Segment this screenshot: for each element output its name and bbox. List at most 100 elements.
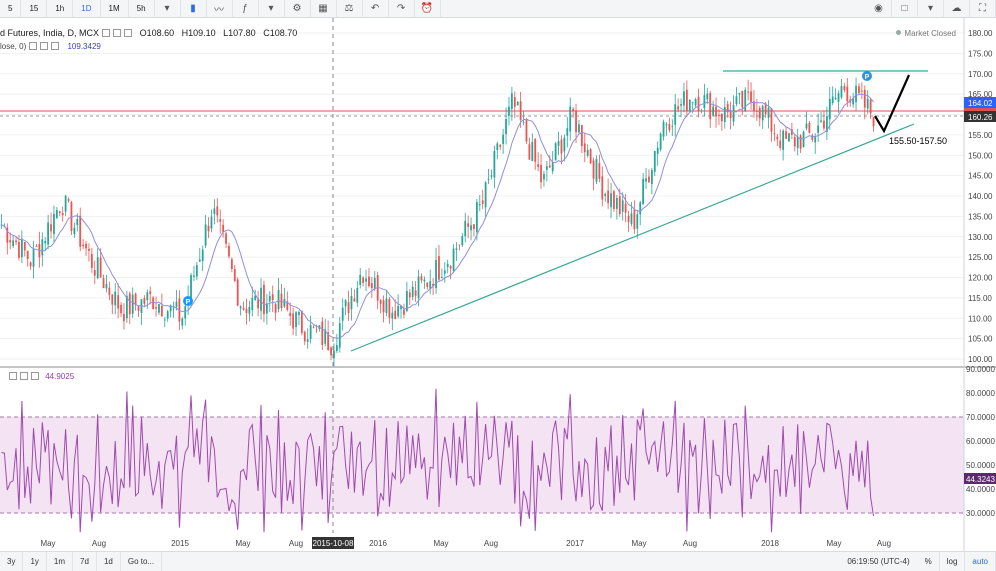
candle-body xyxy=(233,269,236,281)
candle-body xyxy=(493,150,496,178)
candle-body xyxy=(516,101,519,106)
range-1m[interactable]: 1m xyxy=(47,551,74,571)
time-axis: May Aug 2015 May Aug 2015-10-08 2016 May Aug 2017… xyxy=(40,537,891,549)
settings-icon[interactable] xyxy=(113,29,122,37)
eye-icon[interactable] xyxy=(29,42,38,50)
top-toolbar: 5 15 1h 1D 1M 5h ▾ ▮ 〰 ƒ ▾ ⚙ ▦ ⚖ ↶ ↷ ⏰ ◉… xyxy=(0,0,996,18)
candle-body xyxy=(610,193,612,208)
interval-15[interactable]: 15 xyxy=(21,0,48,18)
candle-body xyxy=(12,240,15,247)
candle-body xyxy=(528,144,531,160)
cloud-icon[interactable]: ☁ xyxy=(944,0,970,18)
candle-body xyxy=(368,276,370,287)
range-3y[interactable]: 3y xyxy=(0,551,24,571)
price-tick-label: 135.00 xyxy=(968,212,993,221)
candle-body xyxy=(799,135,802,149)
log-toggle[interactable]: log xyxy=(940,551,966,571)
settings-icon[interactable]: ⚙ xyxy=(285,0,311,18)
candle-body xyxy=(767,107,770,118)
candle-body xyxy=(478,204,481,206)
fullscreen-icon[interactable]: ⛶ xyxy=(970,0,996,18)
interval-1d[interactable]: 1D xyxy=(73,0,101,18)
compare-icon[interactable]: ▦ xyxy=(311,0,337,18)
camera-icon[interactable]: ◉ xyxy=(866,0,892,18)
eye-icon[interactable] xyxy=(102,29,111,37)
price-tick-label: 175.00 xyxy=(968,49,993,58)
range-7d[interactable]: 7d xyxy=(73,551,97,571)
candle-body xyxy=(283,298,286,307)
candle-body xyxy=(330,347,332,356)
close-icon[interactable] xyxy=(51,42,60,50)
candles-icon[interactable]: ▮ xyxy=(181,0,207,18)
candle-body xyxy=(149,291,152,295)
chevron-down-icon[interactable]: ▾ xyxy=(155,0,181,18)
layout-icon[interactable]: □ xyxy=(892,0,918,18)
candle-body xyxy=(248,307,251,314)
alert-icon[interactable]: ⏰ xyxy=(415,0,441,18)
candle-body xyxy=(222,224,225,233)
candle-body xyxy=(624,203,627,213)
candle-body xyxy=(758,107,761,119)
candle-body xyxy=(201,249,204,261)
rsi-value: 44.9025 xyxy=(45,372,75,381)
settings-icon[interactable] xyxy=(40,42,49,50)
candle-body xyxy=(155,307,157,309)
candle-body xyxy=(685,89,688,112)
close-icon[interactable] xyxy=(31,372,39,380)
candle-body xyxy=(388,298,391,318)
interval-1m[interactable]: 1M xyxy=(101,0,129,18)
candle-body xyxy=(312,326,315,328)
candle-body xyxy=(776,136,779,140)
candle-body xyxy=(335,345,338,352)
goto-button[interactable]: Go to... xyxy=(121,551,163,571)
chevron-down-icon[interactable]: ▾ xyxy=(259,0,285,18)
candle-body xyxy=(353,298,356,302)
time-tick-label: May xyxy=(826,539,841,548)
range-1d[interactable]: 1d xyxy=(97,551,121,571)
candle-body xyxy=(837,93,840,102)
candle-body xyxy=(858,86,860,94)
time-tick-label: May xyxy=(235,539,250,548)
candle-body xyxy=(732,105,735,122)
price-chart[interactable]: P P 180.00175.00170.00165.00160.00155.00… xyxy=(0,18,996,551)
candle-body xyxy=(656,147,659,154)
candle-body xyxy=(394,310,397,319)
eye-icon[interactable] xyxy=(9,372,17,380)
candle-body xyxy=(575,110,577,133)
candle-body xyxy=(697,96,700,112)
candle-body xyxy=(210,216,213,229)
indicators-icon[interactable]: ƒ xyxy=(233,0,259,18)
interval-5[interactable]: 5 xyxy=(0,0,22,18)
candle-body xyxy=(385,298,388,313)
time-tick-label: Aug xyxy=(683,539,697,548)
close-icon[interactable] xyxy=(124,29,133,37)
candle-body xyxy=(263,284,265,315)
candle-body xyxy=(814,136,817,143)
candle-body xyxy=(55,210,58,218)
price-tick-label: 140.00 xyxy=(968,192,993,201)
candle-body xyxy=(843,86,846,91)
percent-toggle[interactable]: % xyxy=(918,551,940,571)
undo-icon[interactable]: ↶ xyxy=(363,0,389,18)
interval-5h[interactable]: 5h xyxy=(129,0,155,18)
auto-toggle[interactable]: auto xyxy=(965,551,996,571)
candle-body xyxy=(860,90,863,92)
ma-value: 109.3429 xyxy=(67,42,101,51)
line-chart-icon[interactable]: 〰 xyxy=(207,0,233,18)
settings-icon[interactable] xyxy=(20,372,28,380)
candle-body xyxy=(627,215,630,223)
interval-1h[interactable]: 1h xyxy=(47,0,74,18)
range-1y[interactable]: 1y xyxy=(23,551,47,571)
candle-body xyxy=(76,218,79,226)
rsi-tick-label: 50.0000 xyxy=(966,461,995,470)
candle-body xyxy=(397,306,400,317)
candle-body xyxy=(306,339,309,342)
candle-body xyxy=(9,240,12,243)
chevron-down-icon[interactable]: ▾ xyxy=(918,0,944,18)
candle-body xyxy=(85,243,87,249)
svg-text:164.02: 164.02 xyxy=(968,99,993,108)
candle-body xyxy=(636,214,639,229)
redo-icon[interactable]: ↷ xyxy=(389,0,415,18)
scale-icon[interactable]: ⚖ xyxy=(337,0,363,18)
bottom-bar: 3y 1y 1m 7d 1d Go to... 06:19:50 (UTC-4)… xyxy=(0,551,996,571)
